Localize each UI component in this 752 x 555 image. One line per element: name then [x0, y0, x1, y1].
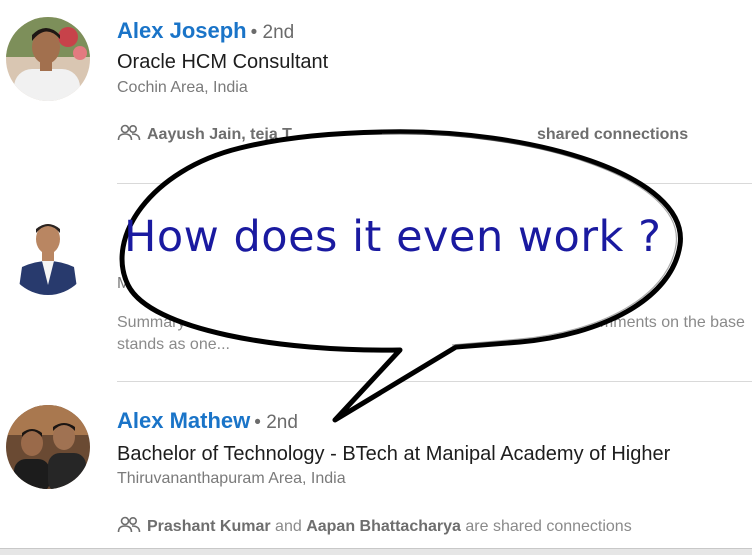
avatar[interactable]	[6, 211, 90, 295]
shared-connection-name-1[interactable]: Prashant Kumar	[147, 518, 271, 535]
profile-summary: Summary: mments on the base stands as one…	[117, 314, 745, 353]
connection-degree: • 2nd	[250, 22, 295, 43]
speech-bubble	[119, 129, 683, 423]
divider	[117, 381, 752, 382]
shared-connection-name-2[interactable]: Aapan Bhattacharya	[306, 518, 461, 535]
shared-connections-label: are shared connections	[465, 518, 632, 535]
profile-location: Thiruvananthapuram Area, India	[117, 470, 346, 487]
avatar[interactable]	[6, 405, 90, 489]
profile-name-link[interactable]: Alex Joseph	[117, 18, 247, 43]
search-results-page: Alex Joseph • 2nd Oracle HCM Consultant C…	[0, 0, 752, 555]
profile-name-link[interactable]: Alex Mathew	[117, 408, 250, 433]
connection-degree: • 2nd	[254, 412, 298, 433]
avatar[interactable]	[6, 17, 90, 101]
divider	[117, 183, 752, 184]
bottom-edge	[0, 548, 752, 555]
people-icon	[117, 516, 141, 533]
people-icon	[117, 124, 141, 141]
shared-connections[interactable]: Prashant Kumar and Aapan Bhattacharya ar…	[117, 516, 632, 536]
shared-and-text: and	[275, 518, 302, 535]
shared-connections-label: shared connections	[536, 126, 689, 143]
shared-connection-names[interactable]: Aayush Jain, teja T	[147, 126, 292, 143]
speech-bubble-text: How does it even work ?	[124, 212, 662, 262]
profile-location: Cochin Area, India	[117, 79, 248, 96]
profile-headline: Mi	[117, 275, 134, 292]
shared-connections[interactable]: Aayush Jain, teja T shared connections	[117, 124, 688, 144]
profile-headline: Oracle HCM Consultant	[117, 51, 329, 73]
profile-headline: Bachelor of Technology - BTech at Manipa…	[117, 443, 671, 465]
